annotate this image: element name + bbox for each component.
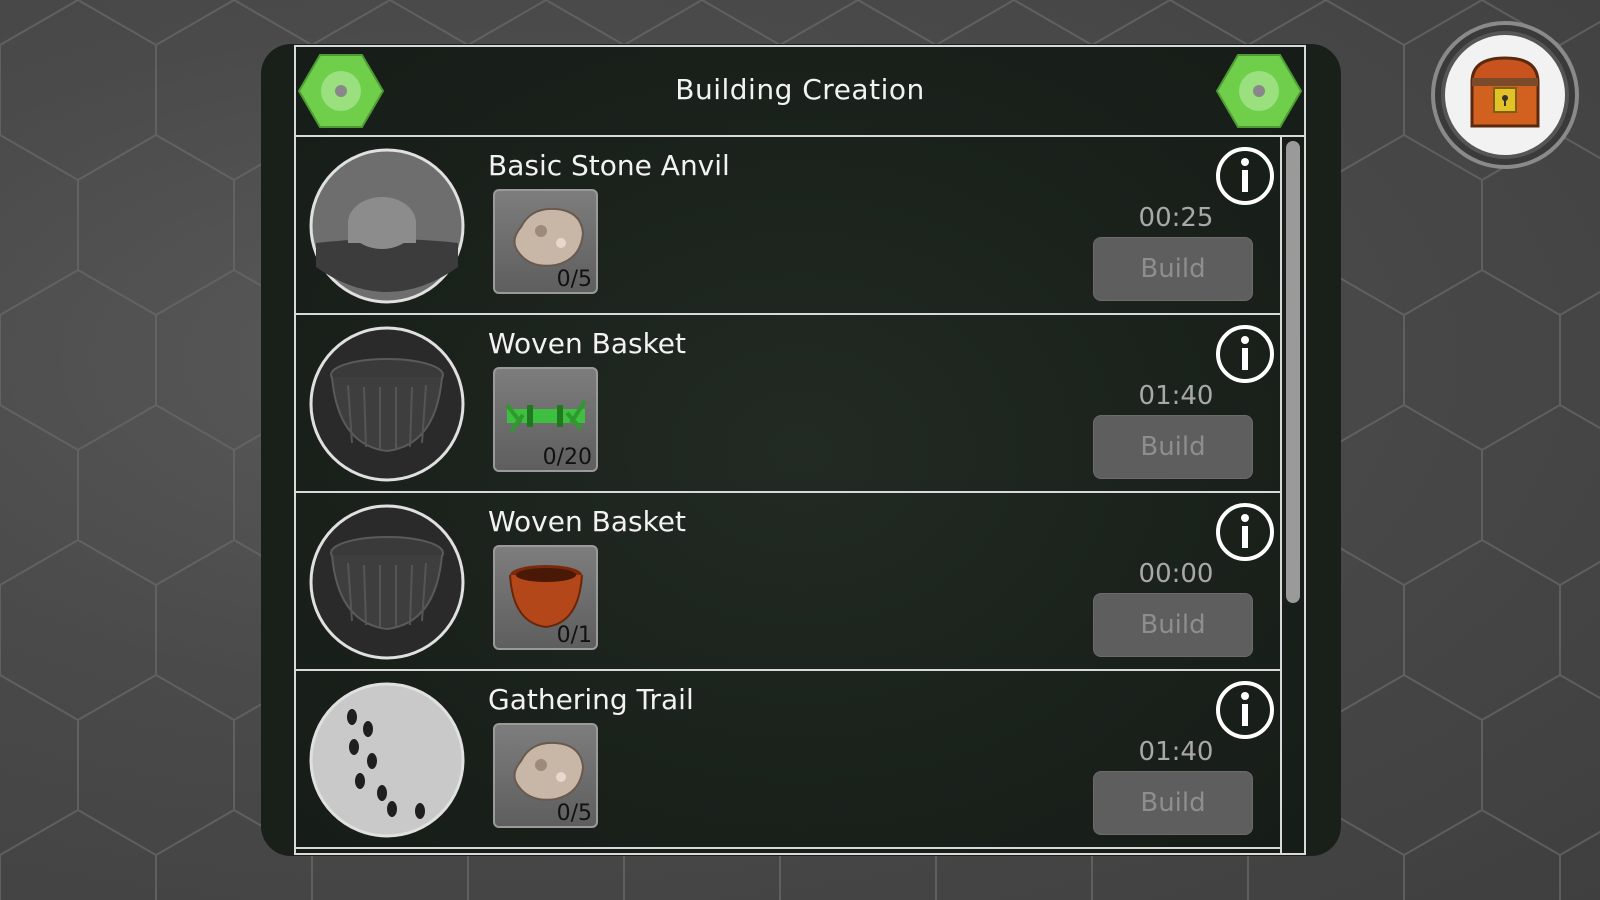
build-timer: 00:00 (1138, 559, 1214, 589)
footprints-portrait (309, 682, 465, 838)
list-item: Woven Basket 0/20 01:40 Build (296, 315, 1280, 493)
build-button[interactable]: Build (1093, 771, 1253, 835)
basket-icon (509, 565, 583, 629)
info-icon[interactable] (1214, 323, 1276, 385)
panel-header: Building Creation (296, 47, 1304, 137)
build-timer: 00:25 (1138, 203, 1214, 233)
info-icon[interactable] (1214, 679, 1276, 741)
stone-icon (513, 741, 585, 801)
treasure-chest-icon[interactable] (1430, 20, 1580, 170)
building-name: Basic Stone Anvil (488, 149, 730, 182)
resource-slot[interactable]: 0/5 (493, 189, 598, 294)
resource-count: 0/5 (556, 267, 592, 292)
stone-icon (513, 207, 585, 267)
resource-slot[interactable]: 0/20 (493, 367, 598, 472)
scrollbar-thumb[interactable] (1286, 141, 1300, 603)
scrollbar-track[interactable] (1280, 137, 1304, 853)
resource-count: 0/20 (542, 445, 592, 470)
list-item: Woven Basket 0/1 00:00 Build (296, 493, 1280, 671)
list-item: Basic Stone Anvil 0/5 00:25 Build (296, 137, 1280, 315)
build-button[interactable]: Build (1093, 237, 1253, 301)
resource-slot[interactable]: 0/5 (493, 723, 598, 828)
building-list-frame: Building Creation Basic Stone Anvil 0/5 (294, 45, 1306, 855)
build-button[interactable]: Build (1093, 415, 1253, 479)
anvil-portrait (309, 148, 465, 304)
hex-gem-icon[interactable] (1216, 53, 1302, 129)
page-title: Building Creation (675, 73, 925, 106)
info-icon[interactable] (1214, 501, 1276, 563)
grass-bundle-icon (505, 399, 587, 433)
basket-portrait (309, 326, 465, 482)
building-list: Basic Stone Anvil 0/5 00:25 Build Woven … (296, 137, 1280, 853)
resource-count: 0/5 (556, 801, 592, 826)
info-icon[interactable] (1214, 145, 1276, 207)
list-item: Gathering Trail 0/5 01:40 Build (296, 671, 1280, 849)
building-name: Gathering Trail (488, 683, 694, 716)
resource-count: 0/1 (556, 623, 592, 648)
build-button[interactable]: Build (1093, 593, 1253, 657)
resource-slot[interactable]: 0/1 (493, 545, 598, 650)
build-timer: 01:40 (1138, 381, 1214, 411)
building-name: Woven Basket (488, 505, 686, 538)
building-name: Woven Basket (488, 327, 686, 360)
basket-portrait (309, 504, 465, 660)
build-timer: 01:40 (1138, 737, 1214, 767)
